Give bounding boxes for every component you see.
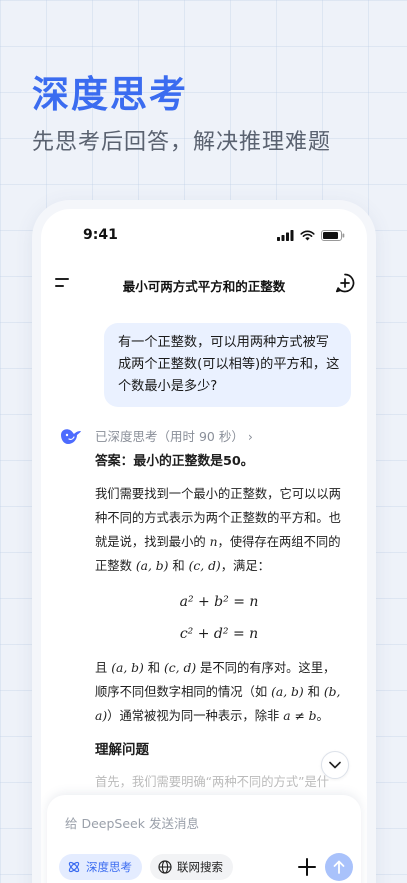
chevron-down-icon	[329, 761, 341, 769]
chat-title: 最小可两方式平方和的正整数	[122, 279, 286, 294]
battery-icon	[321, 230, 345, 241]
answer-paragraph-2: 且 (a, b) 和 (c, d) 是不同的有序对。这里，顺序不同但数字相同的情…	[95, 661, 341, 723]
scroll-down-button[interactable]	[321, 751, 349, 779]
answer-heading: 答案：最小的正整数是50。	[95, 454, 254, 469]
answer-paragraph-1: 我们需要找到一个最小的正整数，它可以以两种不同的方式表示为两个正整数的平方和。也…	[95, 487, 341, 573]
faded-text: 首先，我们需要明确“两种不同的方式”是什	[95, 775, 330, 789]
arrow-up-icon	[333, 860, 345, 874]
deepseek-whale-icon	[61, 429, 81, 444]
signal-icon	[277, 230, 294, 241]
message-input[interactable]: 给 DeepSeek 发送消息	[65, 813, 199, 832]
app-screen: 9:41 最小可两方式平方和的正整数 有一个正整数，可以用两种方式被写成两个正整…	[41, 209, 367, 883]
promo-subline: 先思考后回答，解决推理难题	[32, 130, 332, 155]
chevron-right-icon: ›	[247, 429, 253, 444]
chat-content: 有一个正整数，可以用两种方式被写成两个正整数(可以相等)的平方和，这个数最小是多…	[41, 313, 367, 793]
equation-1: a² + b² = n	[179, 594, 259, 610]
equation-2: c² + d² = n	[179, 626, 259, 642]
status-bar: 9:41	[41, 227, 367, 247]
nav-bar: 最小可两方式平方和的正整数	[41, 267, 367, 301]
atom-icon	[68, 861, 80, 873]
globe-icon	[158, 860, 172, 874]
status-icons	[277, 230, 345, 241]
section-heading: 理解问题	[95, 742, 149, 758]
message-composer: 给 DeepSeek 发送消息 深度思考 联网搜索	[47, 795, 361, 883]
web-search-toggle[interactable]: 联网搜索	[150, 854, 233, 880]
deep-think-label: 深度思考	[86, 860, 132, 874]
assistant-answer: 答案：最小的正整数是50。 我们需要找到一个最小的正整数，它可以以两种不同的方式…	[95, 450, 343, 793]
status-time: 9:41	[83, 227, 118, 243]
new-chat-icon[interactable]	[335, 273, 355, 293]
deep-think-toggle[interactable]: 深度思考	[59, 854, 142, 880]
plus-icon[interactable]	[295, 855, 319, 879]
promo-headline: 深度思考	[32, 73, 188, 116]
send-button[interactable]	[325, 853, 353, 881]
thinking-label: 已深度思考（用时 90 秒） ›	[95, 429, 253, 444]
web-search-label: 联网搜索	[177, 860, 223, 874]
user-message: 有一个正整数，可以用两种方式被写成两个正整数(可以相等)的平方和，这个数最小是多…	[104, 323, 351, 407]
phone-frame: 9:41 最小可两方式平方和的正整数 有一个正整数，可以用两种方式被写成两个正整…	[32, 200, 376, 883]
wifi-icon	[300, 230, 315, 241]
